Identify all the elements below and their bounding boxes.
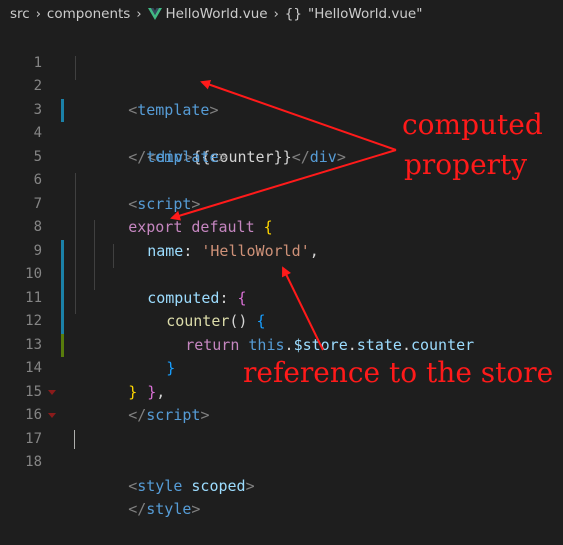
breadcrumb-file[interactable]: HelloWorld.vue [166,6,268,22]
symbol-braces-icon: {} [284,6,302,22]
text-cursor [74,429,75,449]
code-line: 2 <div>{{counter}}</div> [0,52,563,166]
code-line: 13 } [0,310,563,401]
code-line: 1 <template> [0,28,563,119]
code-line: 8 computed: { [0,193,563,307]
fold-arrow-icon[interactable] [48,389,56,395]
code-line: 18 [0,428,563,470]
breadcrumb: src › components › HelloWorld.vue › {} "… [0,0,563,28]
code-line: 12 }, [0,287,563,401]
breadcrumb-components[interactable]: components [47,6,130,22]
annotation-property: property [404,148,528,181]
breadcrumb-src[interactable]: src [10,6,30,22]
code-line: 11 } [0,263,563,378]
chevron-right-icon: › [136,6,142,22]
code-line: 9 counter() { [0,216,563,331]
code-line: 14 </script> [0,334,563,424]
annotation-store-reference: reference to the store [243,356,554,389]
fold-arrow-icon[interactable] [48,413,56,418]
code-line: 3 </template> [0,75,563,166]
annotation-computed: computed [402,108,543,141]
vue-file-icon [147,8,162,20]
chevron-right-icon: › [35,6,41,22]
code-editor[interactable]: 1 <template> 2 <div>{{counter}}</div> 3 … [0,28,563,519]
code-line: 17 </style> [0,404,563,518]
code-line: 10 return this.$store.state.counter [0,240,563,354]
line-number: 18 [25,454,42,470]
breadcrumb-symbol[interactable]: "HelloWorld.vue" [308,6,422,22]
chevron-right-icon: › [273,6,279,22]
